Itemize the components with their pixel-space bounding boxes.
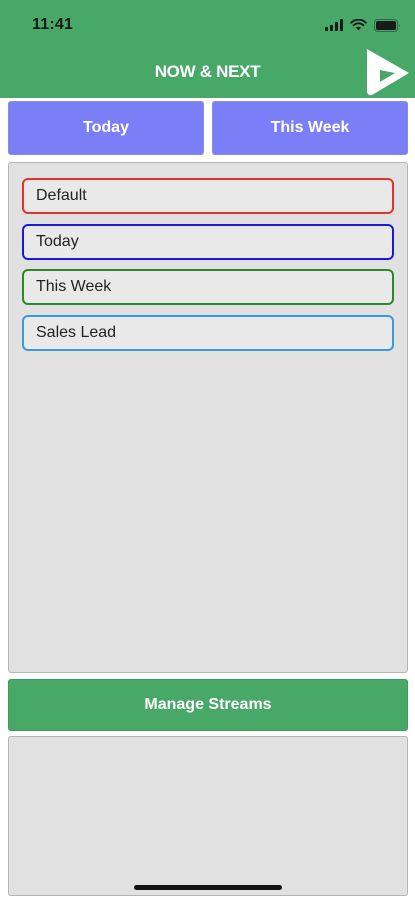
stream-item-default[interactable]: Default [22, 178, 394, 214]
battery-icon [374, 18, 400, 32]
manage-streams-button[interactable]: Manage Streams [8, 679, 408, 731]
stream-list-panel: Default Today This Week Sales Lead [8, 162, 408, 673]
stream-item-sales-lead[interactable]: Sales Lead [22, 315, 394, 351]
status-time: 11:41 [32, 16, 74, 33]
stream-item-this-week[interactable]: This Week [22, 269, 394, 305]
period-tabs: Today This Week [8, 101, 408, 155]
stream-item-today[interactable]: Today [22, 224, 394, 260]
tab-this-week[interactable]: This Week [212, 101, 408, 155]
status-icons [325, 14, 401, 36]
tab-today[interactable]: Today [8, 101, 204, 155]
home-indicator[interactable] [134, 885, 282, 890]
app-header: 11:41 NOW & NEXT [0, 0, 415, 98]
wifi-icon [350, 19, 367, 31]
bottom-panel [8, 736, 408, 896]
signal-icon [325, 19, 343, 31]
play-arrow-logo-icon[interactable] [365, 46, 411, 96]
page-title: NOW & NEXT [154, 62, 261, 81]
